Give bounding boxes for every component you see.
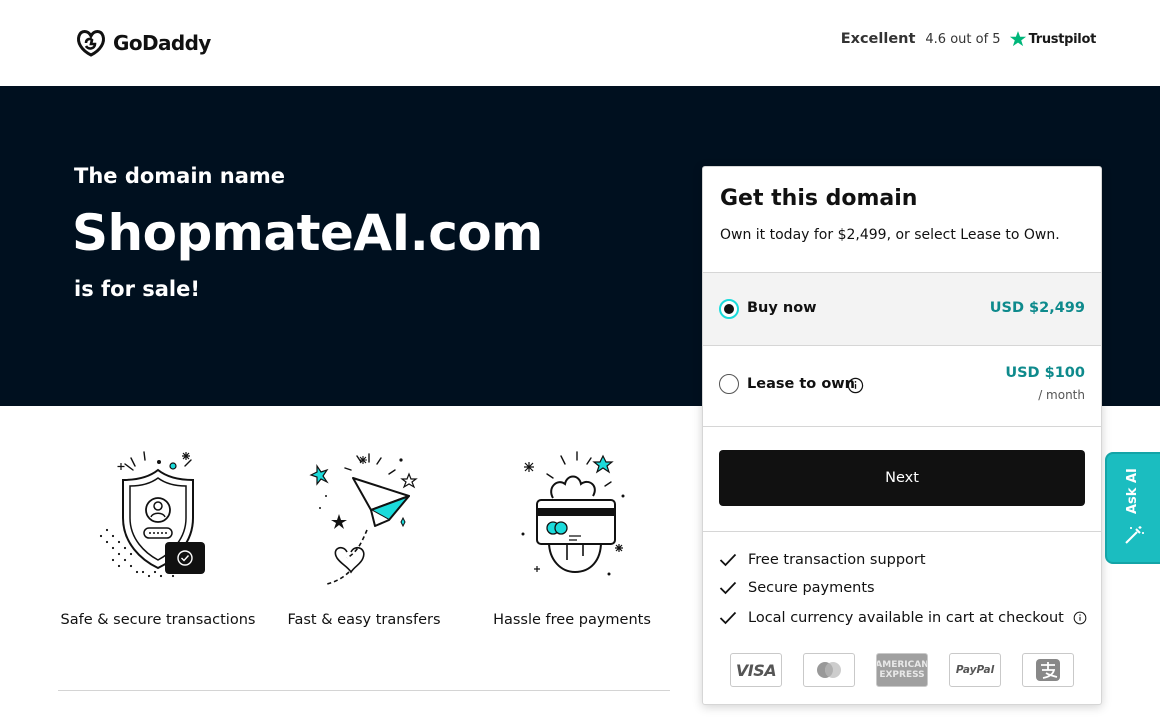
hand-card-icon [521, 451, 625, 576]
next-section: Next [703, 426, 1101, 532]
lease-price: USD $100 [1005, 365, 1085, 381]
visa-icon: VISA [730, 653, 782, 687]
alipay-icon [1022, 653, 1074, 687]
buy-now-radio[interactable] [719, 299, 739, 319]
benefit-label: Free transaction support [748, 552, 926, 568]
benefit-item: Secure payments [719, 580, 875, 596]
option-lease-to-own[interactable]: Lease to own USD $100 / month [703, 345, 1101, 426]
buy-now-price: USD $2,499 [989, 300, 1085, 316]
feature-safe-secure: Safe & secure transactions [58, 448, 258, 628]
option-buy-now[interactable]: Buy now USD $2,499 [703, 272, 1101, 345]
trustpilot-rating[interactable]: Excellent 4.6 out of 5 Trustpilot [840, 30, 1097, 48]
feature-hassle-free: Hassle free payments [472, 448, 672, 628]
lease-price-unit: / month [1038, 388, 1085, 402]
card-subtitle: Own it today for $2,499, or select Lease… [720, 227, 1060, 243]
ask-ai-tab[interactable]: Ask AI [1105, 452, 1160, 564]
trustpilot-brand: Trustpilot [1028, 31, 1097, 47]
domain-name-title: ShopmateAI.com [72, 204, 543, 262]
paper-plane-icon [309, 453, 418, 585]
hero-pre-title: The domain name [74, 164, 286, 188]
check-icon [719, 611, 737, 625]
info-icon[interactable] [1073, 611, 1087, 625]
shield-icon [99, 451, 205, 578]
site-header: GoDaddy Excellent 4.6 out of 5 Trustpilo… [0, 0, 1160, 86]
lease-to-own-radio[interactable] [719, 374, 739, 394]
feature-label: Fast & easy transfers [287, 612, 441, 628]
features-divider [58, 690, 670, 691]
benefit-item: Free transaction support [719, 552, 926, 568]
buy-now-label[interactable]: Buy now [747, 300, 817, 316]
feature-label: Hassle free payments [493, 612, 651, 628]
next-button[interactable]: Next [719, 450, 1085, 506]
benefit-label: Local currency available in cart at chec… [748, 610, 1064, 626]
godaddy-logo[interactable]: GoDaddy [75, 28, 211, 58]
benefit-item: Local currency available in cart at chec… [719, 610, 1098, 626]
info-icon[interactable] [847, 377, 864, 394]
features-row: Safe & secure transactions Fast & easy t… [58, 448, 670, 648]
trustpilot-rating-word: Excellent [840, 31, 916, 47]
paypal-icon: PayPal [949, 653, 1001, 687]
feature-fast-transfers: Fast & easy transfers [264, 448, 464, 628]
check-icon [719, 581, 737, 595]
purchase-card: Get this domain Own it today for $2,499,… [702, 166, 1102, 705]
godaddy-logo-icon [77, 30, 105, 57]
mastercard-icon [803, 653, 855, 687]
trustpilot-star-icon [1009, 31, 1026, 47]
benefit-label: Secure payments [748, 580, 875, 596]
check-icon [719, 553, 737, 567]
magic-wand-icon [1125, 526, 1144, 544]
logo-text: GoDaddy [113, 31, 211, 55]
payment-methods: VISA AMERICAN EXPRESS PayPal [730, 653, 1076, 689]
card-title: Get this domain [720, 186, 918, 211]
ask-ai-label[interactable]: Ask AI [1125, 468, 1140, 514]
feature-label: Safe & secure transactions [60, 612, 256, 628]
lease-to-own-label[interactable]: Lease to own [747, 376, 855, 392]
trustpilot-score: 4.6 out of 5 [925, 31, 1001, 47]
amex-icon: AMERICAN EXPRESS [876, 653, 928, 687]
hero-post-title: is for sale! [74, 277, 200, 301]
